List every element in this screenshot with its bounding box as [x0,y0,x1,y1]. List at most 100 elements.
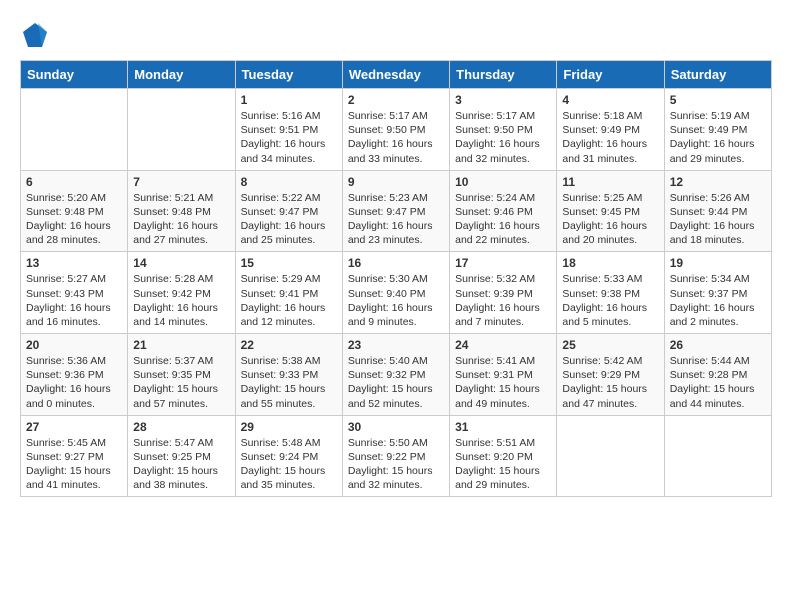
day-number: 30 [348,420,444,434]
sunrise: Sunrise: 5:26 AM [670,192,750,204]
day-info: Sunrise: 5:17 AM Sunset: 9:50 PM Dayligh… [455,109,551,166]
day-number: 27 [26,420,122,434]
sunset: Sunset: 9:31 PM [455,369,533,381]
day-info: Sunrise: 5:18 AM Sunset: 9:49 PM Dayligh… [562,109,658,166]
day-info: Sunrise: 5:34 AM Sunset: 9:37 PM Dayligh… [670,272,766,329]
sunrise: Sunrise: 5:36 AM [26,355,106,367]
sunset: Sunset: 9:48 PM [26,206,104,218]
sunset: Sunset: 9:50 PM [455,124,533,136]
calendar-cell: 13 Sunrise: 5:27 AM Sunset: 9:43 PM Dayl… [21,252,128,334]
calendar-cell: 3 Sunrise: 5:17 AM Sunset: 9:50 PM Dayli… [450,89,557,171]
sunrise: Sunrise: 5:45 AM [26,437,106,449]
daylight: Daylight: 16 hours and 5 minutes. [562,302,647,328]
sunrise: Sunrise: 5:42 AM [562,355,642,367]
calendar-cell [21,89,128,171]
day-number: 7 [133,175,229,189]
day-number: 19 [670,256,766,270]
calendar-cell [128,89,235,171]
sunset: Sunset: 9:37 PM [670,288,748,300]
sunset: Sunset: 9:25 PM [133,451,211,463]
day-info: Sunrise: 5:38 AM Sunset: 9:33 PM Dayligh… [241,354,337,411]
day-number: 4 [562,93,658,107]
calendar-cell: 9 Sunrise: 5:23 AM Sunset: 9:47 PM Dayli… [342,170,449,252]
day-number: 9 [348,175,444,189]
day-number: 25 [562,338,658,352]
day-info: Sunrise: 5:44 AM Sunset: 9:28 PM Dayligh… [670,354,766,411]
sunset: Sunset: 9:41 PM [241,288,319,300]
calendar-header-monday: Monday [128,61,235,89]
daylight: Daylight: 16 hours and 33 minutes. [348,138,433,164]
daylight: Daylight: 16 hours and 23 minutes. [348,220,433,246]
day-number: 29 [241,420,337,434]
day-info: Sunrise: 5:41 AM Sunset: 9:31 PM Dayligh… [455,354,551,411]
sunset: Sunset: 9:38 PM [562,288,640,300]
calendar-cell: 14 Sunrise: 5:28 AM Sunset: 9:42 PM Dayl… [128,252,235,334]
sunset: Sunset: 9:44 PM [670,206,748,218]
calendar-cell: 31 Sunrise: 5:51 AM Sunset: 9:20 PM Dayl… [450,415,557,497]
calendar-cell: 8 Sunrise: 5:22 AM Sunset: 9:47 PM Dayli… [235,170,342,252]
logo-icon [20,20,50,50]
daylight: Daylight: 15 hours and 29 minutes. [455,465,540,491]
sunrise: Sunrise: 5:48 AM [241,437,321,449]
day-info: Sunrise: 5:21 AM Sunset: 9:48 PM Dayligh… [133,191,229,248]
daylight: Daylight: 16 hours and 27 minutes. [133,220,218,246]
daylight: Daylight: 16 hours and 0 minutes. [26,383,111,409]
calendar-cell: 7 Sunrise: 5:21 AM Sunset: 9:48 PM Dayli… [128,170,235,252]
daylight: Daylight: 16 hours and 2 minutes. [670,302,755,328]
sunrise: Sunrise: 5:34 AM [670,273,750,285]
calendar-cell: 16 Sunrise: 5:30 AM Sunset: 9:40 PM Dayl… [342,252,449,334]
day-info: Sunrise: 5:28 AM Sunset: 9:42 PM Dayligh… [133,272,229,329]
daylight: Daylight: 16 hours and 22 minutes. [455,220,540,246]
daylight: Daylight: 15 hours and 44 minutes. [670,383,755,409]
day-number: 1 [241,93,337,107]
sunrise: Sunrise: 5:40 AM [348,355,428,367]
page-header [20,20,772,50]
daylight: Daylight: 16 hours and 28 minutes. [26,220,111,246]
day-number: 23 [348,338,444,352]
sunrise: Sunrise: 5:37 AM [133,355,213,367]
day-info: Sunrise: 5:24 AM Sunset: 9:46 PM Dayligh… [455,191,551,248]
sunset: Sunset: 9:47 PM [348,206,426,218]
calendar-cell: 30 Sunrise: 5:50 AM Sunset: 9:22 PM Dayl… [342,415,449,497]
sunset: Sunset: 9:49 PM [670,124,748,136]
sunrise: Sunrise: 5:18 AM [562,110,642,122]
sunrise: Sunrise: 5:47 AM [133,437,213,449]
day-info: Sunrise: 5:48 AM Sunset: 9:24 PM Dayligh… [241,436,337,493]
day-number: 24 [455,338,551,352]
day-info: Sunrise: 5:32 AM Sunset: 9:39 PM Dayligh… [455,272,551,329]
sunrise: Sunrise: 5:28 AM [133,273,213,285]
calendar-cell: 6 Sunrise: 5:20 AM Sunset: 9:48 PM Dayli… [21,170,128,252]
calendar-cell: 18 Sunrise: 5:33 AM Sunset: 9:38 PM Dayl… [557,252,664,334]
sunset: Sunset: 9:29 PM [562,369,640,381]
sunrise: Sunrise: 5:32 AM [455,273,535,285]
day-info: Sunrise: 5:22 AM Sunset: 9:47 PM Dayligh… [241,191,337,248]
sunrise: Sunrise: 5:17 AM [348,110,428,122]
calendar-cell: 17 Sunrise: 5:32 AM Sunset: 9:39 PM Dayl… [450,252,557,334]
day-number: 20 [26,338,122,352]
sunset: Sunset: 9:27 PM [26,451,104,463]
sunset: Sunset: 9:49 PM [562,124,640,136]
day-info: Sunrise: 5:23 AM Sunset: 9:47 PM Dayligh… [348,191,444,248]
sunrise: Sunrise: 5:41 AM [455,355,535,367]
calendar: SundayMondayTuesdayWednesdayThursdayFrid… [20,60,772,497]
day-number: 14 [133,256,229,270]
sunrise: Sunrise: 5:51 AM [455,437,535,449]
sunset: Sunset: 9:48 PM [133,206,211,218]
day-info: Sunrise: 5:51 AM Sunset: 9:20 PM Dayligh… [455,436,551,493]
calendar-cell: 19 Sunrise: 5:34 AM Sunset: 9:37 PM Dayl… [664,252,771,334]
calendar-cell: 10 Sunrise: 5:24 AM Sunset: 9:46 PM Dayl… [450,170,557,252]
calendar-week-5: 27 Sunrise: 5:45 AM Sunset: 9:27 PM Dayl… [21,415,772,497]
sunrise: Sunrise: 5:20 AM [26,192,106,204]
daylight: Daylight: 16 hours and 25 minutes. [241,220,326,246]
day-number: 12 [670,175,766,189]
calendar-header-sunday: Sunday [21,61,128,89]
day-number: 16 [348,256,444,270]
calendar-cell: 29 Sunrise: 5:48 AM Sunset: 9:24 PM Dayl… [235,415,342,497]
day-number: 17 [455,256,551,270]
sunrise: Sunrise: 5:17 AM [455,110,535,122]
daylight: Daylight: 16 hours and 12 minutes. [241,302,326,328]
calendar-cell [557,415,664,497]
calendar-cell: 23 Sunrise: 5:40 AM Sunset: 9:32 PM Dayl… [342,334,449,416]
daylight: Daylight: 16 hours and 29 minutes. [670,138,755,164]
calendar-cell: 26 Sunrise: 5:44 AM Sunset: 9:28 PM Dayl… [664,334,771,416]
